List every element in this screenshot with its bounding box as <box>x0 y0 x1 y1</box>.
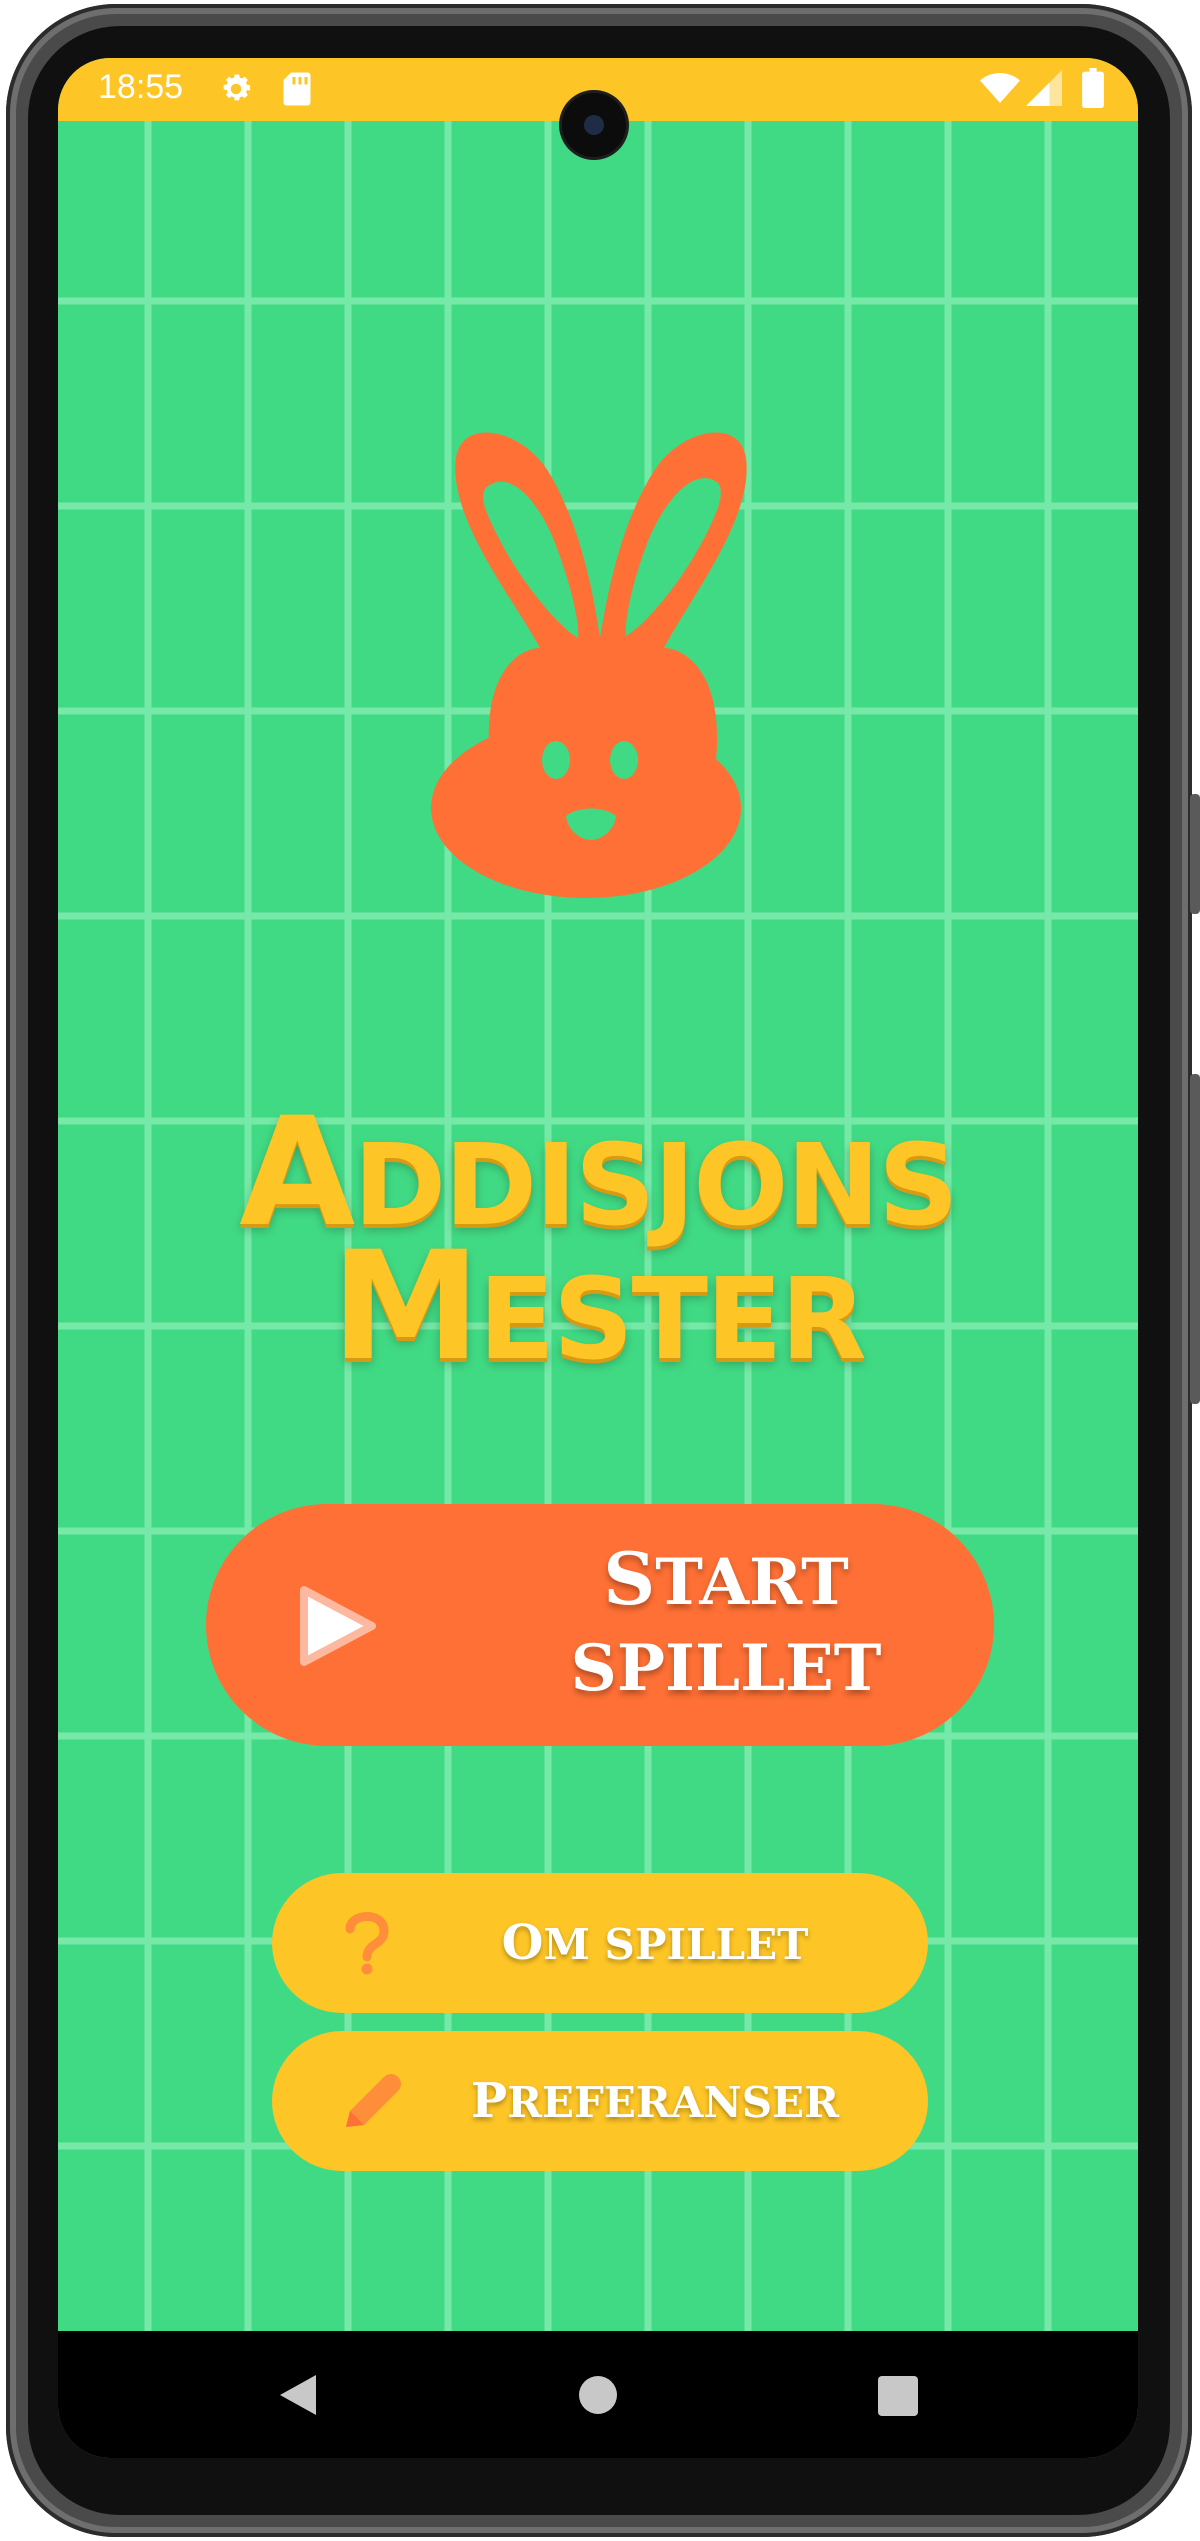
title-rest-line2: ESTER <box>478 1255 866 1385</box>
volume-button <box>1190 1074 1200 1404</box>
pencil-icon <box>346 2074 401 2127</box>
start-line2: SPILLET <box>570 1631 882 1706</box>
back-icon[interactable] <box>278 2373 320 2417</box>
front-camera <box>562 93 626 157</box>
preferences-rest: REFERANSER <box>507 2078 839 2127</box>
preferences-initial: P <box>471 2073 508 2129</box>
start-line1-rest: TART <box>655 1545 849 1620</box>
about-initial: O <box>501 1915 544 1971</box>
start-initial: S <box>603 1536 656 1621</box>
bunny-icon <box>431 432 747 898</box>
power-button <box>1190 794 1200 914</box>
about-game-label: OM SPILLET <box>422 1873 888 2013</box>
start-game-button[interactable]: START SPILLET <box>206 1504 994 1746</box>
status-time: 18:55 <box>98 68 184 106</box>
preferences-button[interactable]: PREFERANSER <box>272 2031 928 2171</box>
title-initial-m: M <box>331 1220 480 1394</box>
recents-icon[interactable] <box>878 2376 918 2416</box>
battery-icon <box>1082 68 1104 108</box>
signal-icon <box>1026 70 1062 106</box>
play-icon <box>300 1586 376 1666</box>
system-nav-bar <box>58 2331 1138 2458</box>
settings-icon <box>223 74 251 101</box>
start-game-label: START SPILLET <box>526 1536 926 1712</box>
home-icon[interactable] <box>579 2376 617 2414</box>
about-rest: M SPILLET <box>543 1920 809 1969</box>
question-icon <box>345 1912 389 1975</box>
app-title-line2: MESTER <box>58 1232 1138 1428</box>
app-screen: 18:55 ADDISJONS MESTER START SPILLET OM … <box>58 58 1138 2458</box>
about-game-button[interactable]: OM SPILLET <box>272 1873 928 2013</box>
wifi-icon <box>980 73 1020 103</box>
preferences-label: PREFERANSER <box>422 2031 888 2171</box>
start-line1: START <box>526 1536 926 1626</box>
sd-card-icon <box>283 72 311 106</box>
